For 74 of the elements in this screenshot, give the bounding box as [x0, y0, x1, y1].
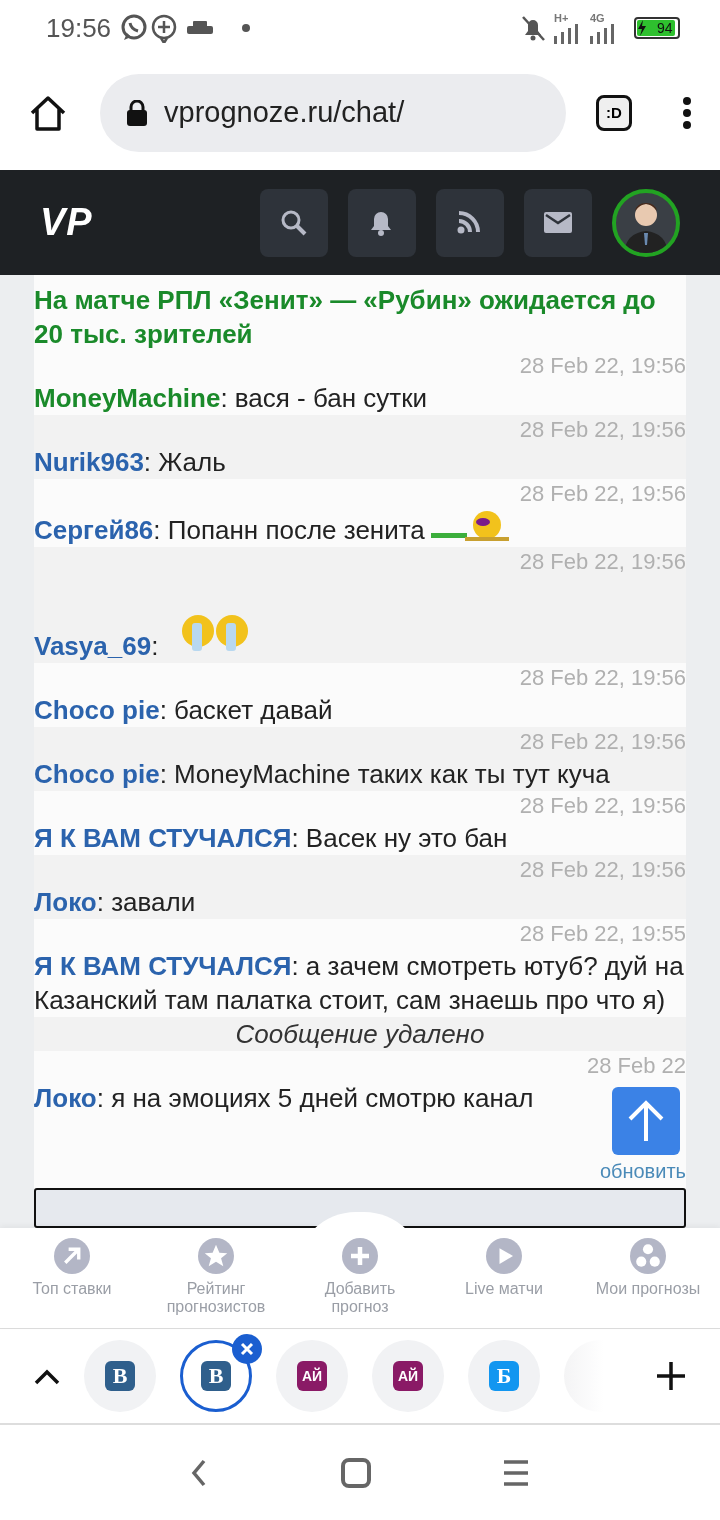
- rss-button[interactable]: [436, 188, 504, 257]
- chat-message: Локо: я на эмоциях 5 дней смотрю канал: [34, 1082, 534, 1115]
- tab-favicon: АЙ: [297, 1361, 327, 1391]
- bottom-nav-item[interactable]: Мои прогнозы: [576, 1228, 720, 1328]
- chat-message: Nurik963: Жаль: [34, 446, 226, 479]
- chat-message: Я К ВАМ СТУЧАЛСЯ: а зачем смотреть ютуб? дуй на Казанский там палатка стоит, сам знаешь про что я): [34, 950, 685, 1017]
- browser-tab[interactable]: АЙ: [276, 1340, 348, 1412]
- network-type-label: 4G: [590, 12, 605, 24]
- close-icon: [240, 1342, 254, 1356]
- home-icon: [28, 93, 68, 133]
- lines-icon: [502, 1458, 530, 1487]
- lock-icon: [126, 100, 148, 126]
- scroll-to-top-button[interactable]: [612, 1087, 680, 1155]
- news-headline[interactable]: На матче РПЛ «Зенит» — «Рубин» ожидается до 20 тыс. зрителей: [34, 275, 686, 351]
- message-time: 28 Feb 22, 19:56: [518, 480, 686, 508]
- message-time: 28 Feb 22, 19:56: [518, 728, 686, 756]
- search-button[interactable]: [260, 188, 328, 257]
- deleted-message-notice: Сообщение удалено: [34, 1017, 686, 1051]
- plus-icon: [342, 1238, 378, 1274]
- muted-bell-icon: [520, 14, 546, 42]
- chat-message: Я К ВАМ СТУЧАЛСЯ: Васек ну это бан: [34, 822, 508, 855]
- chat-message: Локо: завали: [34, 886, 196, 919]
- browser-tab[interactable]: Б: [468, 1340, 540, 1412]
- message-time: 28 Feb 22, 19:55: [518, 920, 686, 948]
- plus-icon: [656, 1361, 686, 1391]
- bottom-nav-item[interactable]: Рейтинг прогнозистов: [144, 1228, 288, 1328]
- message-input-field[interactable]: [34, 1188, 686, 1228]
- network-type-label: H+: [554, 12, 569, 24]
- chat-message: Сергей86: Попанн после зенита: [34, 514, 425, 547]
- message-time: 28 Feb 22, 19:56: [518, 548, 686, 576]
- url-text: vprognoze.ru/chat/: [164, 95, 405, 131]
- play-icon: [486, 1238, 522, 1274]
- extension-button[interactable]: :D: [596, 95, 632, 131]
- site-logo[interactable]: VP: [40, 194, 93, 251]
- browser-tab[interactable]: B: [180, 1340, 252, 1412]
- chat-message: Choco pie: баскет давай: [34, 694, 333, 727]
- message-time: 28 Feb 22, 19:56: [518, 416, 686, 444]
- tab-favicon: B: [105, 1361, 135, 1391]
- recent-apps-button[interactable]: [502, 1458, 530, 1487]
- bottom-nav-item[interactable]: Топ ставки: [0, 1228, 144, 1328]
- clock: 19:56: [46, 11, 112, 45]
- chat-message: Vasya_69:: [34, 630, 159, 663]
- browser-tab[interactable]: АЙ: [372, 1340, 444, 1412]
- dot-icon: [241, 23, 252, 33]
- tab-favicon: Б: [489, 1361, 519, 1391]
- new-tab-button[interactable]: [656, 1361, 686, 1391]
- chevron-up-icon: [34, 1368, 60, 1385]
- arrow-up-icon: [626, 1099, 666, 1143]
- home-button[interactable]: [28, 93, 68, 133]
- close-tab-button[interactable]: [232, 1334, 262, 1364]
- square-icon: [340, 1456, 372, 1489]
- menu-icon: [682, 96, 692, 130]
- message-time: 28 Feb 22: [585, 1052, 686, 1080]
- refresh-link[interactable]: обновить: [599, 1158, 686, 1184]
- notifications-button[interactable]: [348, 188, 416, 257]
- message-time: 28 Feb 22, 19:56: [518, 352, 686, 380]
- chat-message: MoneyMachine: вася - бан сутки: [34, 382, 428, 415]
- message-time: 28 Feb 22, 19:56: [518, 792, 686, 820]
- address-bar[interactable]: vprognoze.ru/chat/: [100, 74, 566, 152]
- chat-message: Choco pie: MoneyMachine таких как ты тут куча: [34, 758, 610, 791]
- menu-button[interactable]: [682, 96, 692, 130]
- home-nav-button[interactable]: [340, 1456, 372, 1489]
- sleeping-smiley-icon: [430, 509, 511, 543]
- search-icon: [280, 208, 308, 237]
- bottom-nav-item[interactable]: Добавить прогноз: [288, 1228, 432, 1328]
- bottom-nav-item[interactable]: Live матчи: [432, 1228, 576, 1328]
- dots-icon: [630, 1238, 666, 1274]
- tab-favicon: АЙ: [393, 1361, 423, 1391]
- tab-favicon: B: [201, 1361, 231, 1391]
- browser-tab[interactable]: B: [84, 1340, 156, 1412]
- messages-button[interactable]: [524, 188, 592, 257]
- message-time: 28 Feb 22, 19:56: [518, 664, 686, 692]
- battery-level: 94: [657, 18, 673, 38]
- message-time: 28 Feb 22, 19:56: [518, 856, 686, 884]
